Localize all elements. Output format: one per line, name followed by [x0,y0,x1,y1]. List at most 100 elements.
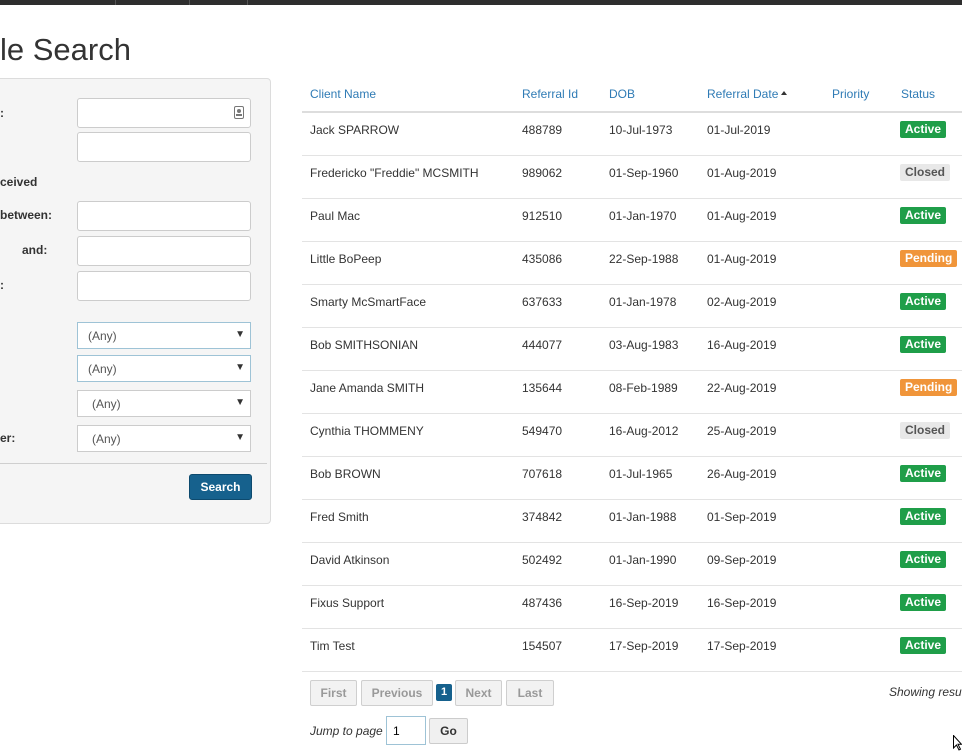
client-name-cell: David Atkinson [310,553,390,567]
jump-to-page-input[interactable] [386,716,426,745]
referral-date-cell: 16-Aug-2019 [707,338,777,352]
referral-id-cell: 549470 [522,424,563,438]
top-nav-separator [247,0,248,5]
dob-cell: 03-Aug-1983 [609,338,679,352]
filter-select-value: (Any) [88,362,117,376]
referral-id-cell: 435086 [522,252,563,266]
table-row[interactable]: Bob SMITHSONIAN 444077 03-Aug-1983 16-Aug-2… [302,328,962,371]
filter-select-3[interactable]: (Any) ▼ [77,390,251,417]
top-nav-bar [0,0,962,5]
client-name-cell: Fredericko "Freddie" MCSMITH [310,166,479,180]
column-header-priority[interactable]: Priority [832,87,869,101]
status-badge: Active [900,465,947,482]
dob-cell: 01-Sep-1960 [609,166,679,180]
first-page-button[interactable]: First [310,680,357,706]
referral-date-cell: 22-Aug-2019 [707,381,777,395]
referral-date-cell: 02-Aug-2019 [707,295,777,309]
search-button[interactable]: Search [189,474,252,500]
table-row[interactable]: Little BoPeep 435086 22-Sep-1988 01-Aug-201… [302,242,962,285]
mouse-cursor-icon [953,735,962,751]
table-row[interactable]: Paul Mac 912510 01-Jan-1970 01-Aug-2019 Acti… [302,199,962,242]
referral-date-cell: 01-Aug-2019 [707,252,777,266]
table-row[interactable]: Fixus Support 487436 16-Sep-2019 16-Sep-201… [302,586,962,629]
table-row[interactable]: Fredericko "Freddie" MCSMITH 989062 01-Sep… [302,156,962,199]
filter-select-4[interactable]: (Any) ▼ [77,425,251,452]
dob-cell: 01-Jan-1990 [609,553,677,567]
status-badge: Active [900,336,947,353]
referral-id-cell: 488789 [522,123,563,137]
column-header-dob[interactable]: DOB [609,87,635,101]
column-header-referral-date[interactable]: Referral Date [707,87,788,101]
client-name-cell: Paul Mac [310,209,361,223]
dob-cell: 08-Feb-1989 [609,381,678,395]
client-name-cell: Jane Amanda SMITH [310,381,425,395]
current-page-indicator[interactable]: 1 [436,684,452,701]
dob-cell: 17-Sep-2019 [609,639,679,653]
status-badge: Active [900,637,947,654]
dob-cell: 01-Jan-1970 [609,209,677,223]
top-nav-separator [115,0,116,5]
search-text-input-2[interactable] [77,132,251,162]
search-text-input[interactable] [77,98,251,128]
status-badge: Active [900,508,947,525]
referral-id-cell: 444077 [522,338,563,352]
received-section-label: ceived [0,175,38,189]
date-between-label: between: [0,208,53,222]
referral-date-cell: 09-Sep-2019 [707,553,777,567]
dob-cell: 16-Sep-2019 [609,596,679,610]
table-row[interactable]: Jane Amanda SMITH 135644 08-Feb-1989 22-Aug… [302,371,962,414]
jump-to-page-label: Jump to page [310,724,383,738]
filter-select-value: (Any) [92,432,121,446]
status-badge: Active [900,594,947,611]
field-label-6: : [0,278,4,292]
contact-card-icon[interactable] [234,106,244,119]
status-badge: Closed [900,164,951,181]
column-header-status[interactable]: Status [901,87,935,101]
referral-date-cell: 01-Sep-2019 [707,510,777,524]
column-header-client-name[interactable]: Client Name [310,87,376,101]
referral-date-cell: 26-Aug-2019 [707,467,777,481]
filter-select-2[interactable]: (Any) ▼ [77,355,251,382]
page-title: le Search [0,32,131,68]
table-row[interactable]: Tim Test 154507 17-Sep-2019 17-Sep-2019 Acti… [302,629,962,672]
search-text-input-6[interactable] [77,271,251,301]
last-page-button[interactable]: Last [506,680,554,706]
dropdown-arrow-icon: ▼ [235,397,245,408]
client-name-cell: Fixus Support [310,596,385,610]
status-badge: Active [900,293,947,310]
client-name-cell: Bob BROWN [310,467,381,481]
referral-date-cell: 16-Sep-2019 [707,596,777,610]
results-count-text: Showing resu [889,685,962,699]
go-button[interactable]: Go [429,718,468,744]
status-badge: Active [900,121,947,138]
dropdown-arrow-icon: ▼ [235,362,245,373]
table-row[interactable]: Fred Smith 374842 01-Jan-1988 01-Sep-2019 Ac… [302,500,962,543]
previous-page-button[interactable]: Previous [361,680,433,706]
status-badge: Active [900,207,947,224]
column-header-referral-id[interactable]: Referral Id [522,87,578,101]
date-to-input[interactable] [77,236,251,266]
referral-date-cell: 25-Aug-2019 [707,424,777,438]
filter-select-1[interactable]: (Any) ▼ [77,322,251,349]
table-row[interactable]: Bob BROWN 707618 01-Jul-1965 26-Aug-2019 Act… [302,457,962,500]
client-name-cell: Jack SPARROW [310,123,400,137]
status-badge: Closed [900,422,951,439]
date-from-input[interactable] [77,201,251,231]
table-row[interactable]: Jack SPARROW 488789 10-Jul-1973 01-Jul-2019… [302,113,962,156]
sort-ascending-icon [781,91,788,95]
dob-cell: 01-Jan-1988 [609,510,677,524]
table-row[interactable]: David Atkinson 502492 01-Jan-1990 09-Sep-20… [302,543,962,586]
table-row[interactable]: Cynthia THOMMENY 549470 16-Aug-2012 25-Aug-… [302,414,962,457]
client-name-cell: Little BoPeep [310,252,382,266]
table-row[interactable]: Smarty McSmartFace 637633 01-Jan-1978 02-Au… [302,285,962,328]
referral-date-cell: 17-Sep-2019 [707,639,777,653]
referral-date-cell: 01-Aug-2019 [707,209,777,223]
referral-id-cell: 135644 [522,381,563,395]
column-header-referral-date-label: Referral Date [707,87,779,101]
next-page-button[interactable]: Next [455,680,502,706]
client-name-cell: Cynthia THOMMENY [310,424,424,438]
referral-id-cell: 707618 [522,467,563,481]
dob-cell: 01-Jan-1978 [609,295,677,309]
client-name-cell: Tim Test [310,639,355,653]
filter-select-value: (Any) [88,329,117,343]
